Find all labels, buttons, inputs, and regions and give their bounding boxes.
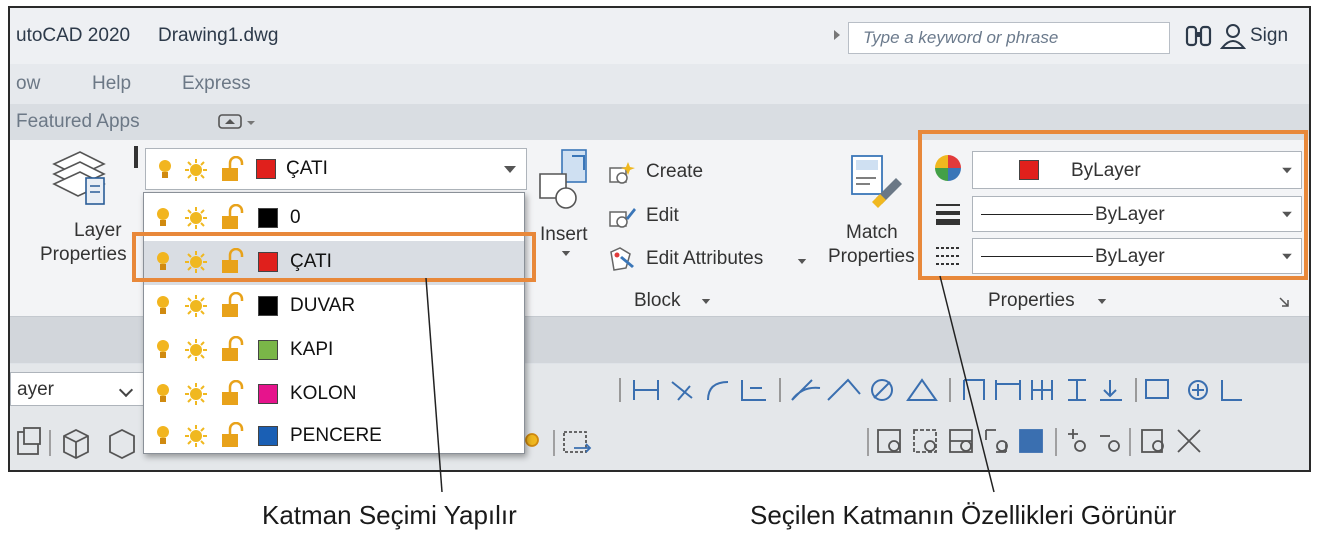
- annotation-leaders: [425, 275, 995, 493]
- caption-layer-selection: Katman Seçimi Yapılır: [262, 500, 517, 530]
- right-leader-line: [939, 275, 995, 493]
- caption-layer-properties: Seçilen Katmanın Özellikleri Görünür: [750, 500, 1177, 530]
- left-leader-line: [425, 277, 443, 493]
